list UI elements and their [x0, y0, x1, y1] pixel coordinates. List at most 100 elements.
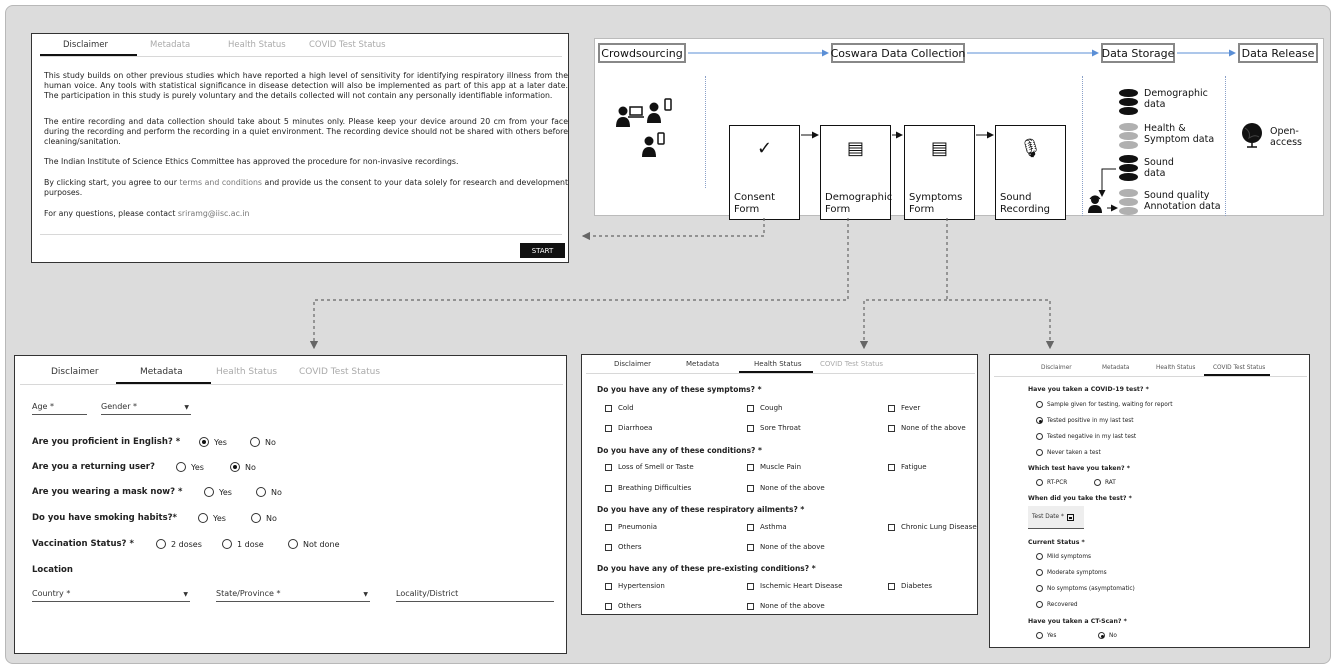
smoking-question: Do you have smoking habits?* [32, 513, 177, 523]
english-no-radio[interactable]: No [250, 437, 276, 447]
tab-metadata[interactable]: Metadata [140, 367, 183, 377]
terms-link[interactable]: terms and conditions [179, 178, 262, 187]
mask-no-radio[interactable]: No [256, 487, 282, 497]
locality-field[interactable]: Locality/District [396, 589, 554, 602]
current-status-question: Current Status * [1028, 539, 1085, 546]
tab-divider [994, 376, 1307, 377]
tab-health-status[interactable]: Health Status [754, 360, 802, 368]
disclaimer-paragraph-4: By clicking start, you agree to our term… [44, 178, 568, 198]
test-date-label: Test Date * [1032, 514, 1064, 520]
disclaimer-paragraph-2: The entire recording and data collection… [44, 117, 568, 147]
english-question: Are you proficient in English? * [32, 437, 181, 447]
english-yes-radio[interactable]: Yes [199, 437, 227, 447]
returning-question: Are you a returning user? [32, 462, 155, 472]
symptom-checkbox[interactable]: None of the above [888, 424, 966, 432]
smoking-yes-radio[interactable]: Yes [198, 513, 226, 523]
vaccination-not-done-radio[interactable]: Not done [288, 539, 340, 549]
pre-existing-question: Do you have any of these pre-existing co… [597, 564, 816, 573]
vaccination-1-dose-radio[interactable]: 1 dose [222, 539, 264, 549]
condition-checkbox[interactable]: None of the above [747, 484, 825, 492]
ct-scan-no-radio[interactable]: No [1098, 632, 1117, 639]
pre-existing-checkbox[interactable]: Hypertension [605, 582, 665, 590]
vaccination-2-doses-radio[interactable]: 2 doses [156, 539, 202, 549]
tab-disclaimer[interactable]: Disclaimer [63, 40, 108, 50]
test-date-picker[interactable]: Test Date * [1028, 506, 1084, 529]
tab-covid-test-status[interactable]: COVID Test Status [309, 40, 386, 50]
symptoms-question: Do you have any of these symptoms? * [597, 385, 762, 394]
symptom-checkbox[interactable]: Sore Throat [747, 424, 801, 432]
tab-disclaimer[interactable]: Disclaimer [1041, 365, 1072, 371]
location-heading: Location [32, 565, 73, 575]
condition-checkbox[interactable]: Breathing Difficulties [605, 484, 691, 492]
respiratory-checkbox[interactable]: None of the above [747, 543, 825, 551]
footer-divider [40, 234, 562, 235]
covid-test-question: Have you taken a COVID-19 test? * [1028, 386, 1149, 393]
contact-text: For any questions, please contact [44, 209, 178, 218]
symptom-checkbox[interactable]: Cough [747, 404, 783, 412]
health-status-form-panel: Disclaimer Metadata Health Status COVID … [581, 354, 978, 615]
pre-existing-checkbox[interactable]: Ischemic Heart Disease [747, 582, 842, 590]
condition-checkbox[interactable]: Loss of Smell or Taste [605, 463, 694, 471]
test-option-radio[interactable]: Tested negative in my last test [1036, 433, 1136, 440]
rt-pcr-radio[interactable]: RT-PCR [1036, 479, 1067, 486]
contact-email-link[interactable]: sriramg@iisc.ac.in [178, 209, 250, 218]
country-select[interactable]: Country * ▼ [32, 589, 190, 602]
tab-divider [20, 384, 563, 385]
tab-covid-test-status[interactable]: COVID Test Status [820, 360, 883, 368]
chevron-down-icon: ▼ [184, 404, 189, 411]
symptom-checkbox[interactable]: Diarrhoea [605, 424, 652, 432]
condition-checkbox[interactable]: Muscle Pain [747, 463, 801, 471]
status-option-radio[interactable]: Mild symptoms [1036, 553, 1091, 560]
tab-metadata[interactable]: Metadata [1102, 365, 1129, 371]
tab-disclaimer[interactable]: Disclaimer [51, 367, 99, 377]
pre-existing-checkbox[interactable]: Others [605, 602, 642, 610]
test-option-radio[interactable]: Never taken a test [1036, 449, 1101, 456]
symptom-checkbox[interactable]: Cold [605, 404, 634, 412]
tab-covid-test-status[interactable]: COVID Test Status [1213, 365, 1265, 371]
tab-metadata[interactable]: Metadata [150, 40, 190, 50]
respiratory-question: Do you have any of these respiratory ail… [597, 505, 805, 514]
chevron-down-icon: ▼ [363, 591, 368, 598]
flow-arrows [688, 49, 1236, 212]
smoking-no-radio[interactable]: No [251, 513, 277, 523]
returning-no-radio[interactable]: No [230, 462, 256, 472]
tab-health-status[interactable]: Health Status [228, 40, 286, 50]
respiratory-checkbox[interactable]: Pneumonia [605, 523, 657, 531]
tab-health-status[interactable]: Health Status [1156, 365, 1195, 371]
pre-existing-checkbox[interactable]: Diabetes [888, 582, 932, 590]
respiratory-checkbox[interactable]: Asthma [747, 523, 787, 531]
condition-checkbox[interactable]: Fatigue [888, 463, 927, 471]
age-field[interactable]: Age * [32, 402, 87, 415]
ct-scan-question: Have you taken a CT-Scan? * [1028, 618, 1127, 625]
status-option-radio[interactable]: Moderate symptoms [1036, 569, 1107, 576]
mask-question: Are you wearing a mask now? * [32, 487, 183, 497]
disclaimer-paragraph-1: This study builds on other previous stud… [44, 71, 568, 101]
test-option-radio[interactable]: Tested positive in my last test [1036, 417, 1134, 424]
respiratory-checkbox[interactable]: Chronic Lung Disease [888, 523, 977, 531]
status-option-radio[interactable]: Recovered [1036, 601, 1078, 608]
rat-radio[interactable]: RAT [1094, 479, 1116, 486]
respiratory-checkbox[interactable]: Others [605, 543, 642, 551]
pre-existing-checkbox[interactable]: None of the above [747, 602, 825, 610]
start-button[interactable]: START [520, 243, 565, 258]
gender-select[interactable]: Gender * ▼ [101, 402, 191, 415]
tab-health-status[interactable]: Health Status [216, 367, 277, 377]
conditions-question: Do you have any of these conditions? * [597, 446, 762, 455]
returning-yes-radio[interactable]: Yes [176, 462, 204, 472]
state-select[interactable]: State/Province * ▼ [216, 589, 370, 602]
tab-disclaimer[interactable]: Disclaimer [614, 360, 651, 368]
chevron-down-icon: ▼ [183, 591, 188, 598]
ct-scan-yes-radio[interactable]: Yes [1036, 632, 1056, 639]
tab-divider [586, 373, 975, 374]
symptom-checkbox[interactable]: Fever [888, 404, 920, 412]
disclaimer-paragraph-3: The Indian Institute of Science Ethics C… [44, 157, 459, 166]
test-option-radio[interactable]: Sample given for testing, waiting for re… [1036, 401, 1172, 408]
coswara-flow-diagram: Crowdsourcing Coswara Data Collection Da… [594, 38, 1324, 220]
status-option-radio[interactable]: No symptoms (asymptomatic) [1036, 585, 1135, 592]
test-type-question: Which test have you taken? * [1028, 465, 1130, 472]
calendar-icon [1066, 513, 1074, 521]
mask-yes-radio[interactable]: Yes [204, 487, 232, 497]
vaccination-question: Vaccination Status? * [32, 539, 134, 549]
tab-covid-test-status[interactable]: COVID Test Status [299, 367, 380, 377]
tab-metadata[interactable]: Metadata [686, 360, 719, 368]
